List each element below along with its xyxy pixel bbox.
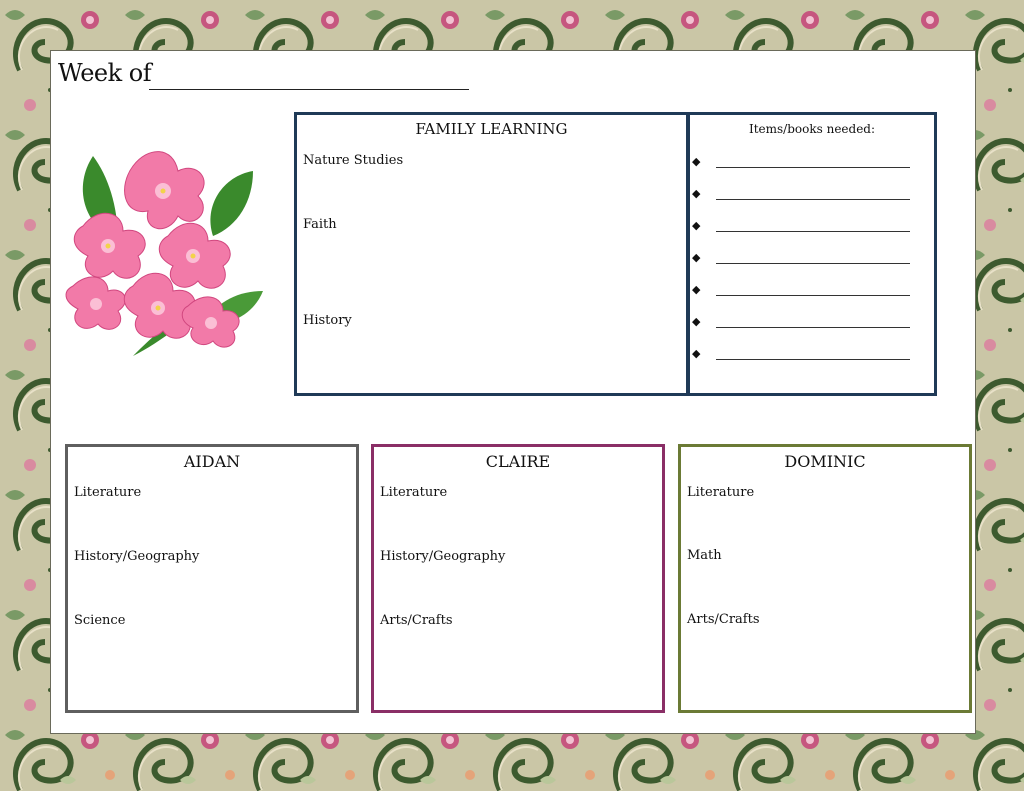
- pink-flower-illustration: [63, 146, 263, 361]
- subject-label: History/Geography: [380, 549, 506, 564]
- items-needed-title: Items/books needed:: [748, 122, 876, 136]
- item-line[interactable]: ◆: [692, 251, 922, 269]
- subject-faith: Faith: [303, 217, 337, 232]
- subject-history: History: [303, 313, 352, 328]
- subject-label: History/Geography: [74, 549, 200, 564]
- planner-page: Week of FAMILY LEARNING Nature Studies F…: [50, 50, 976, 734]
- subject-label: Science: [74, 613, 126, 628]
- child-name: DOMINIC: [784, 452, 866, 471]
- week-blank-line[interactable]: [149, 89, 469, 90]
- diamond-bullet-icon: ◆: [692, 283, 701, 296]
- subject-label: Arts/Crafts: [687, 612, 760, 627]
- child-name: AIDAN: [183, 452, 241, 471]
- item-line[interactable]: ◆: [692, 219, 922, 237]
- items-needed-box: Items/books needed: ◆ ◆ ◆ ◆ ◆ ◆ ◆: [687, 112, 937, 396]
- family-learning-title: FAMILY LEARNING: [415, 120, 568, 138]
- item-line[interactable]: ◆: [692, 283, 922, 301]
- diamond-bullet-icon: ◆: [692, 347, 701, 360]
- child-box-aidan: AIDAN Literature History/Geography Scien…: [65, 444, 359, 713]
- child-box-dominic: DOMINIC Literature Math Arts/Crafts: [678, 444, 972, 713]
- diamond-bullet-icon: ◆: [692, 155, 701, 168]
- family-learning-box: FAMILY LEARNING Nature Studies Faith His…: [294, 112, 689, 396]
- subject-label: Literature: [380, 485, 448, 500]
- subject-label: Literature: [74, 485, 142, 500]
- subject-label: Math: [687, 548, 722, 563]
- week-label: Week of: [58, 59, 152, 87]
- diamond-bullet-icon: ◆: [692, 251, 701, 264]
- item-line[interactable]: ◆: [692, 315, 922, 333]
- diamond-bullet-icon: ◆: [692, 315, 701, 328]
- item-line[interactable]: ◆: [692, 155, 922, 173]
- item-line[interactable]: ◆: [692, 187, 922, 205]
- subject-label: Arts/Crafts: [380, 613, 453, 628]
- child-name: CLAIRE: [485, 452, 551, 471]
- diamond-bullet-icon: ◆: [692, 219, 701, 232]
- item-line[interactable]: ◆: [692, 347, 922, 365]
- diamond-bullet-icon: ◆: [692, 187, 701, 200]
- subject-label: Literature: [687, 485, 755, 500]
- subject-nature-studies: Nature Studies: [303, 153, 404, 168]
- child-box-claire: CLAIRE Literature History/Geography Arts…: [371, 444, 665, 713]
